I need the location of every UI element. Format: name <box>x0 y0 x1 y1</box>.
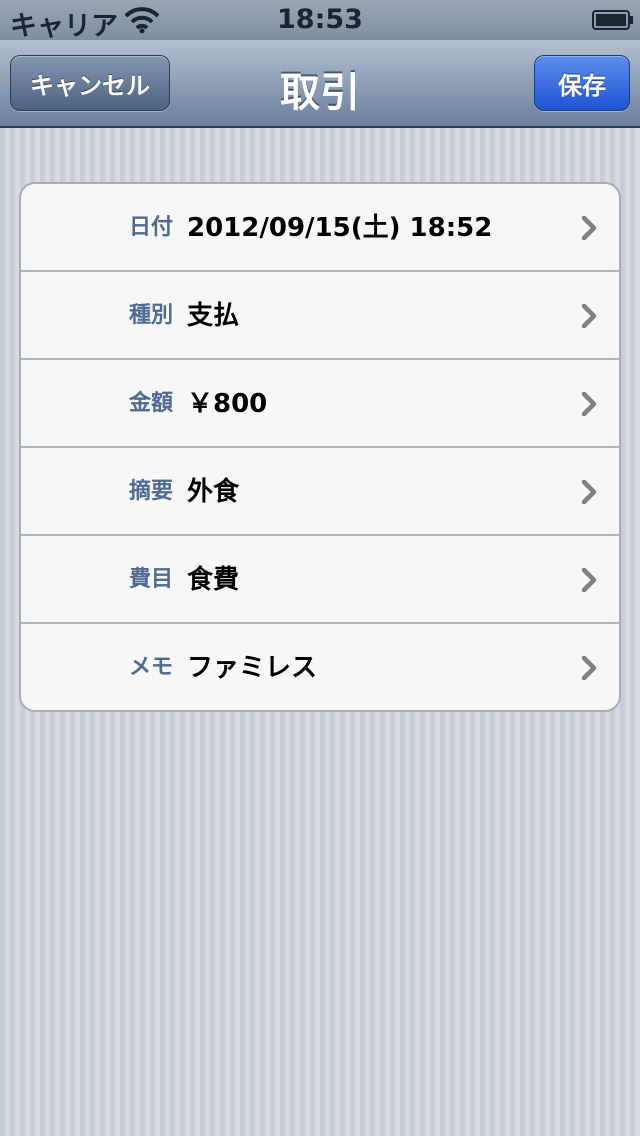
chevron-right-icon <box>581 215 597 241</box>
row-value: 支払 <box>187 301 240 331</box>
row-value: 外食 <box>187 477 240 507</box>
row-label: メモ <box>128 655 173 680</box>
transaction-form-table: 日付 2012/09/15(土) 18:52 種別 支払 金額 ￥800 摘要 … <box>19 182 621 712</box>
row-category[interactable]: 費目 食費 <box>21 536 619 624</box>
row-type[interactable]: 種別 支払 <box>21 272 619 360</box>
row-label: 費目 <box>128 567 173 592</box>
navigation-bar: キャンセル 取引 保存 <box>0 40 640 128</box>
battery-icon <box>592 10 633 30</box>
status-bar: キャリア 18:53 <box>0 0 640 42</box>
row-label: 種別 <box>128 303 173 328</box>
row-date[interactable]: 日付 2012/09/15(土) 18:52 <box>21 184 619 272</box>
status-time: 18:53 <box>277 4 363 35</box>
row-value: ファミレス <box>187 653 318 683</box>
row-label: 金額 <box>128 391 173 416</box>
row-memo[interactable]: メモ ファミレス <box>21 624 619 710</box>
row-value: ￥800 <box>187 389 268 419</box>
row-label: 日付 <box>128 215 173 240</box>
chevron-right-icon <box>581 655 597 681</box>
row-value: 食費 <box>187 565 240 595</box>
row-amount[interactable]: 金額 ￥800 <box>21 360 619 448</box>
chevron-right-icon <box>581 391 597 417</box>
row-value: 2012/09/15(土) 18:52 <box>187 213 493 243</box>
chevron-right-icon <box>581 479 597 505</box>
save-button[interactable]: 保存 <box>534 55 630 111</box>
chevron-right-icon <box>581 567 597 593</box>
row-summary[interactable]: 摘要 外食 <box>21 448 619 536</box>
row-label: 摘要 <box>128 479 173 504</box>
chevron-right-icon <box>581 303 597 329</box>
